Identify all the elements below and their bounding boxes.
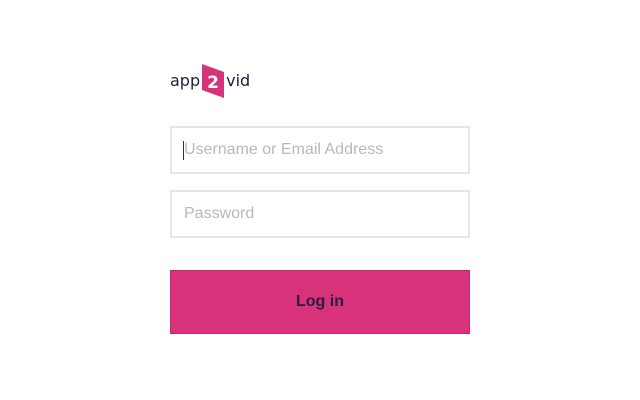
logo-text-app: app (170, 71, 201, 90)
login-page: app 2 vid Log in (0, 0, 640, 400)
app2vid-logo: app 2 vid (170, 64, 250, 98)
username-input[interactable] (170, 126, 470, 174)
logo-mark-icon: 2 (202, 64, 225, 98)
text-cursor (183, 141, 184, 160)
logo-text-vid: vid (226, 71, 251, 90)
logo-mark-digit: 2 (207, 73, 219, 93)
password-input[interactable] (170, 190, 470, 238)
login-button[interactable]: Log in (170, 270, 470, 334)
